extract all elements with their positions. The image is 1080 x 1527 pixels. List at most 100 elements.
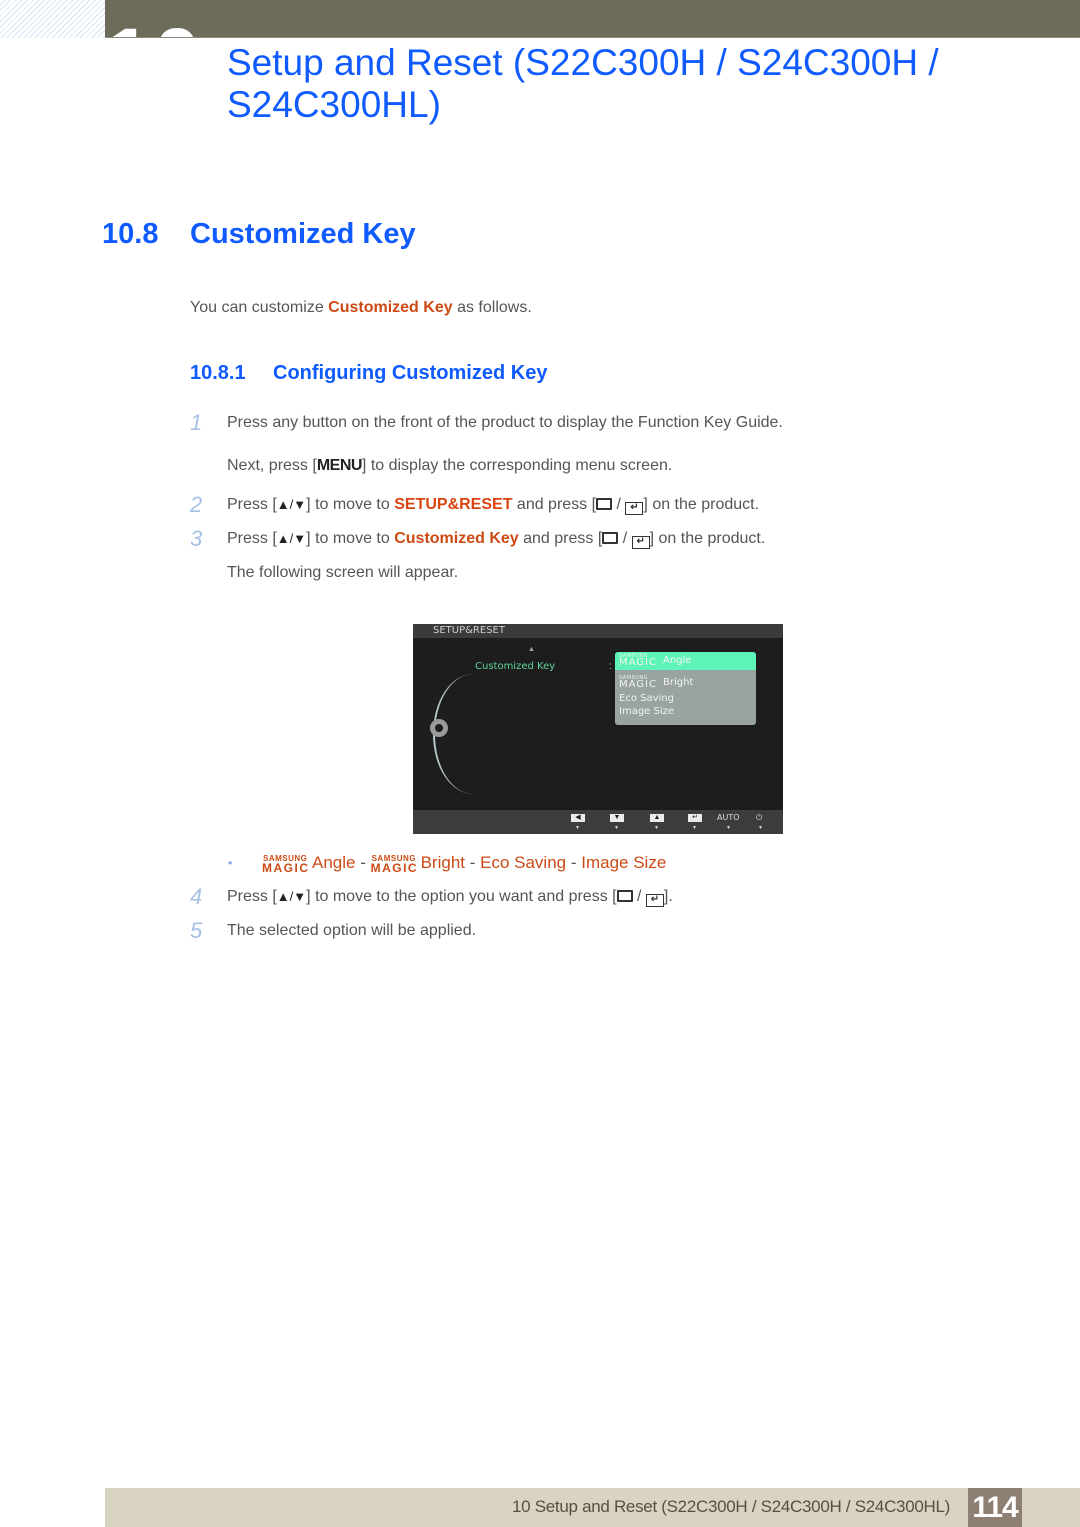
chapter-number: 10 — [105, 16, 202, 37]
text-part: ] to move to — [306, 530, 395, 547]
auto-button[interactable]: AUTO — [717, 813, 740, 822]
enter-key-icon: ↵ — [625, 502, 644, 515]
separator: - — [355, 853, 371, 872]
down-marker-icon: ▼ — [726, 825, 731, 831]
text-part: ] to move to — [306, 496, 395, 513]
osd-footer-bar: ◀ ▼ ▲ ↵ AUTO ⏻ ▼ ▼ ▼ ▼ ▼ ▼ — [413, 810, 783, 834]
intro-paragraph: You can customize Customized Key as foll… — [190, 299, 532, 317]
option-label: Bright — [663, 677, 694, 688]
magic-bottom: MAGIC — [262, 861, 310, 875]
down-button-icon[interactable]: ▼ — [610, 814, 624, 822]
section-title-text: Customized Key — [190, 218, 416, 250]
osd-header: SETUP&RESET — [413, 624, 783, 638]
step-text: Press [▲/▼] to move to SETUP&RESET and p… — [227, 496, 760, 515]
text-part: Press [ — [227, 496, 277, 513]
osd-option-magic-angle[interactable]: SAMSUNG MAGIC Angle — [615, 652, 756, 670]
source-key-icon — [596, 498, 613, 510]
menu-key-icon: MENU — [316, 457, 363, 474]
text-part: Press [ — [227, 888, 277, 905]
source-key-icon — [616, 890, 633, 902]
subsection-title: 10.8.1 Configuring Customized Key — [190, 362, 547, 385]
step-number: 3 — [190, 526, 203, 551]
page-footer: 10 Setup and Reset (S22C300H / S24C300H … — [105, 1488, 1080, 1527]
option-label: Angle — [663, 655, 692, 666]
down-marker-icon: ▼ — [575, 825, 580, 831]
osd-option-eco-saving[interactable]: Eco Saving — [615, 692, 756, 705]
samsung-magic-logo: SAMSUNG MAGIC — [370, 853, 421, 875]
text-part: and press [ — [518, 530, 603, 547]
page-number-badge: 114 — [968, 1488, 1022, 1527]
power-button-icon[interactable]: ⏻ — [756, 813, 762, 823]
up-arrow-icon: ▲ — [276, 497, 290, 512]
text-part: ] on the product. — [643, 496, 760, 513]
intro-suffix: as follows. — [452, 299, 532, 316]
intro-highlight: Customized Key — [328, 299, 453, 316]
enter-key-icon: ↵ — [645, 894, 664, 907]
magic-bottom: MAGIC — [370, 861, 419, 875]
text-part: ] on the product. — [649, 530, 766, 547]
chapter-title: Setup and Reset (S22C300H / S24C300H / S… — [227, 42, 939, 125]
separator: - — [566, 853, 582, 872]
samsung-magic-logo: SAMSUNG MAGIC — [619, 652, 663, 668]
text-part: and press [ — [512, 496, 597, 513]
option-eco-saving: Eco Saving — [480, 853, 567, 872]
left-button-icon[interactable]: ◀ — [571, 814, 585, 822]
option-angle: Angle — [312, 853, 356, 872]
option-bright: Bright — [420, 853, 466, 872]
customized-key-highlight: Customized Key — [394, 530, 519, 547]
enter-key-icon: ↵ — [631, 536, 650, 549]
separator: - — [465, 853, 481, 872]
option-image-size: Image Size — [581, 853, 667, 872]
chapter-header-bar: 10 — [105, 0, 1080, 38]
magic-bottom: MAGIC — [619, 657, 657, 668]
options-list: SAMSUNG MAGIC Angle - SAMSUNG MAGIC Bright -… — [262, 853, 667, 875]
osd-options-list: SAMSUNG MAGIC Angle SAMSUNG MAGIC Bright Eco… — [615, 652, 756, 725]
down-marker-icon: ▼ — [758, 825, 763, 831]
step-text: Press any button on the front of the pro… — [227, 414, 783, 431]
cont-suffix: ] to display the corresponding menu scre… — [361, 457, 673, 474]
enter-button-icon[interactable]: ↵ — [688, 814, 702, 822]
subsection-number: 10.8.1 — [190, 362, 246, 384]
down-arrow-icon: ▼ — [293, 497, 307, 512]
subsection-title-text: Configuring Customized Key — [273, 362, 548, 384]
intro-prefix: You can customize — [190, 299, 329, 316]
down-marker-icon: ▼ — [614, 825, 619, 831]
header-hatch-pattern — [0, 0, 105, 38]
cont-prefix: Next, press [ — [227, 457, 317, 474]
text-part: Press [ — [227, 530, 277, 547]
step-text: Press [▲/▼] to move to Customized Key an… — [227, 530, 766, 549]
magic-bottom: MAGIC — [619, 679, 657, 690]
step-number: 1 — [190, 410, 203, 435]
samsung-magic-logo: SAMSUNG MAGIC — [262, 853, 312, 875]
step-number: 4 — [190, 884, 203, 909]
step-1-continuation: Next, press [MENU] to display the corres… — [227, 457, 672, 475]
text-part: ] to move to the option you want and pre… — [306, 888, 617, 905]
down-arrow-icon: ▼ — [293, 531, 307, 546]
step-number: 2 — [190, 492, 203, 517]
osd-colon: : — [609, 661, 612, 672]
osd-screenshot: SETUP&RESET ▲ Customized Key : SAMSUNG MA… — [413, 624, 783, 834]
step-text: The selected option will be applied. — [227, 922, 477, 939]
osd-option-image-size[interactable]: Image Size — [615, 705, 756, 718]
osd-option-magic-bright[interactable]: SAMSUNG MAGIC Bright — [615, 674, 756, 692]
footer-chapter-text: 10 Setup and Reset (S22C300H / S24C300H … — [511, 1497, 950, 1516]
bullet-icon: • — [228, 856, 233, 870]
osd-menu-label: Customized Key — [475, 661, 556, 672]
setup-reset-highlight: SETUP&RESET — [394, 496, 513, 513]
step-text: Press [▲/▼] to move to the option you wa… — [227, 888, 673, 907]
section-number: 10.8 — [102, 218, 159, 250]
down-marker-icon: ▼ — [654, 825, 659, 831]
down-arrow-icon: ▼ — [293, 889, 307, 904]
gear-icon — [430, 719, 448, 737]
up-arrow-icon: ▲ — [276, 889, 290, 904]
step-3-continuation: The following screen will appear. — [227, 564, 459, 581]
samsung-magic-logo: SAMSUNG MAGIC — [619, 674, 663, 690]
text-part: ]. — [663, 888, 673, 905]
up-button-icon[interactable]: ▲ — [650, 814, 664, 822]
source-key-icon — [602, 532, 619, 544]
up-arrow-icon: ▲ — [276, 531, 290, 546]
down-marker-icon: ▼ — [692, 825, 697, 831]
step-number: 5 — [190, 918, 203, 943]
section-title: 10.8 Customized Key — [102, 218, 416, 251]
osd-scroll-up-icon: ▲ — [528, 646, 535, 653]
